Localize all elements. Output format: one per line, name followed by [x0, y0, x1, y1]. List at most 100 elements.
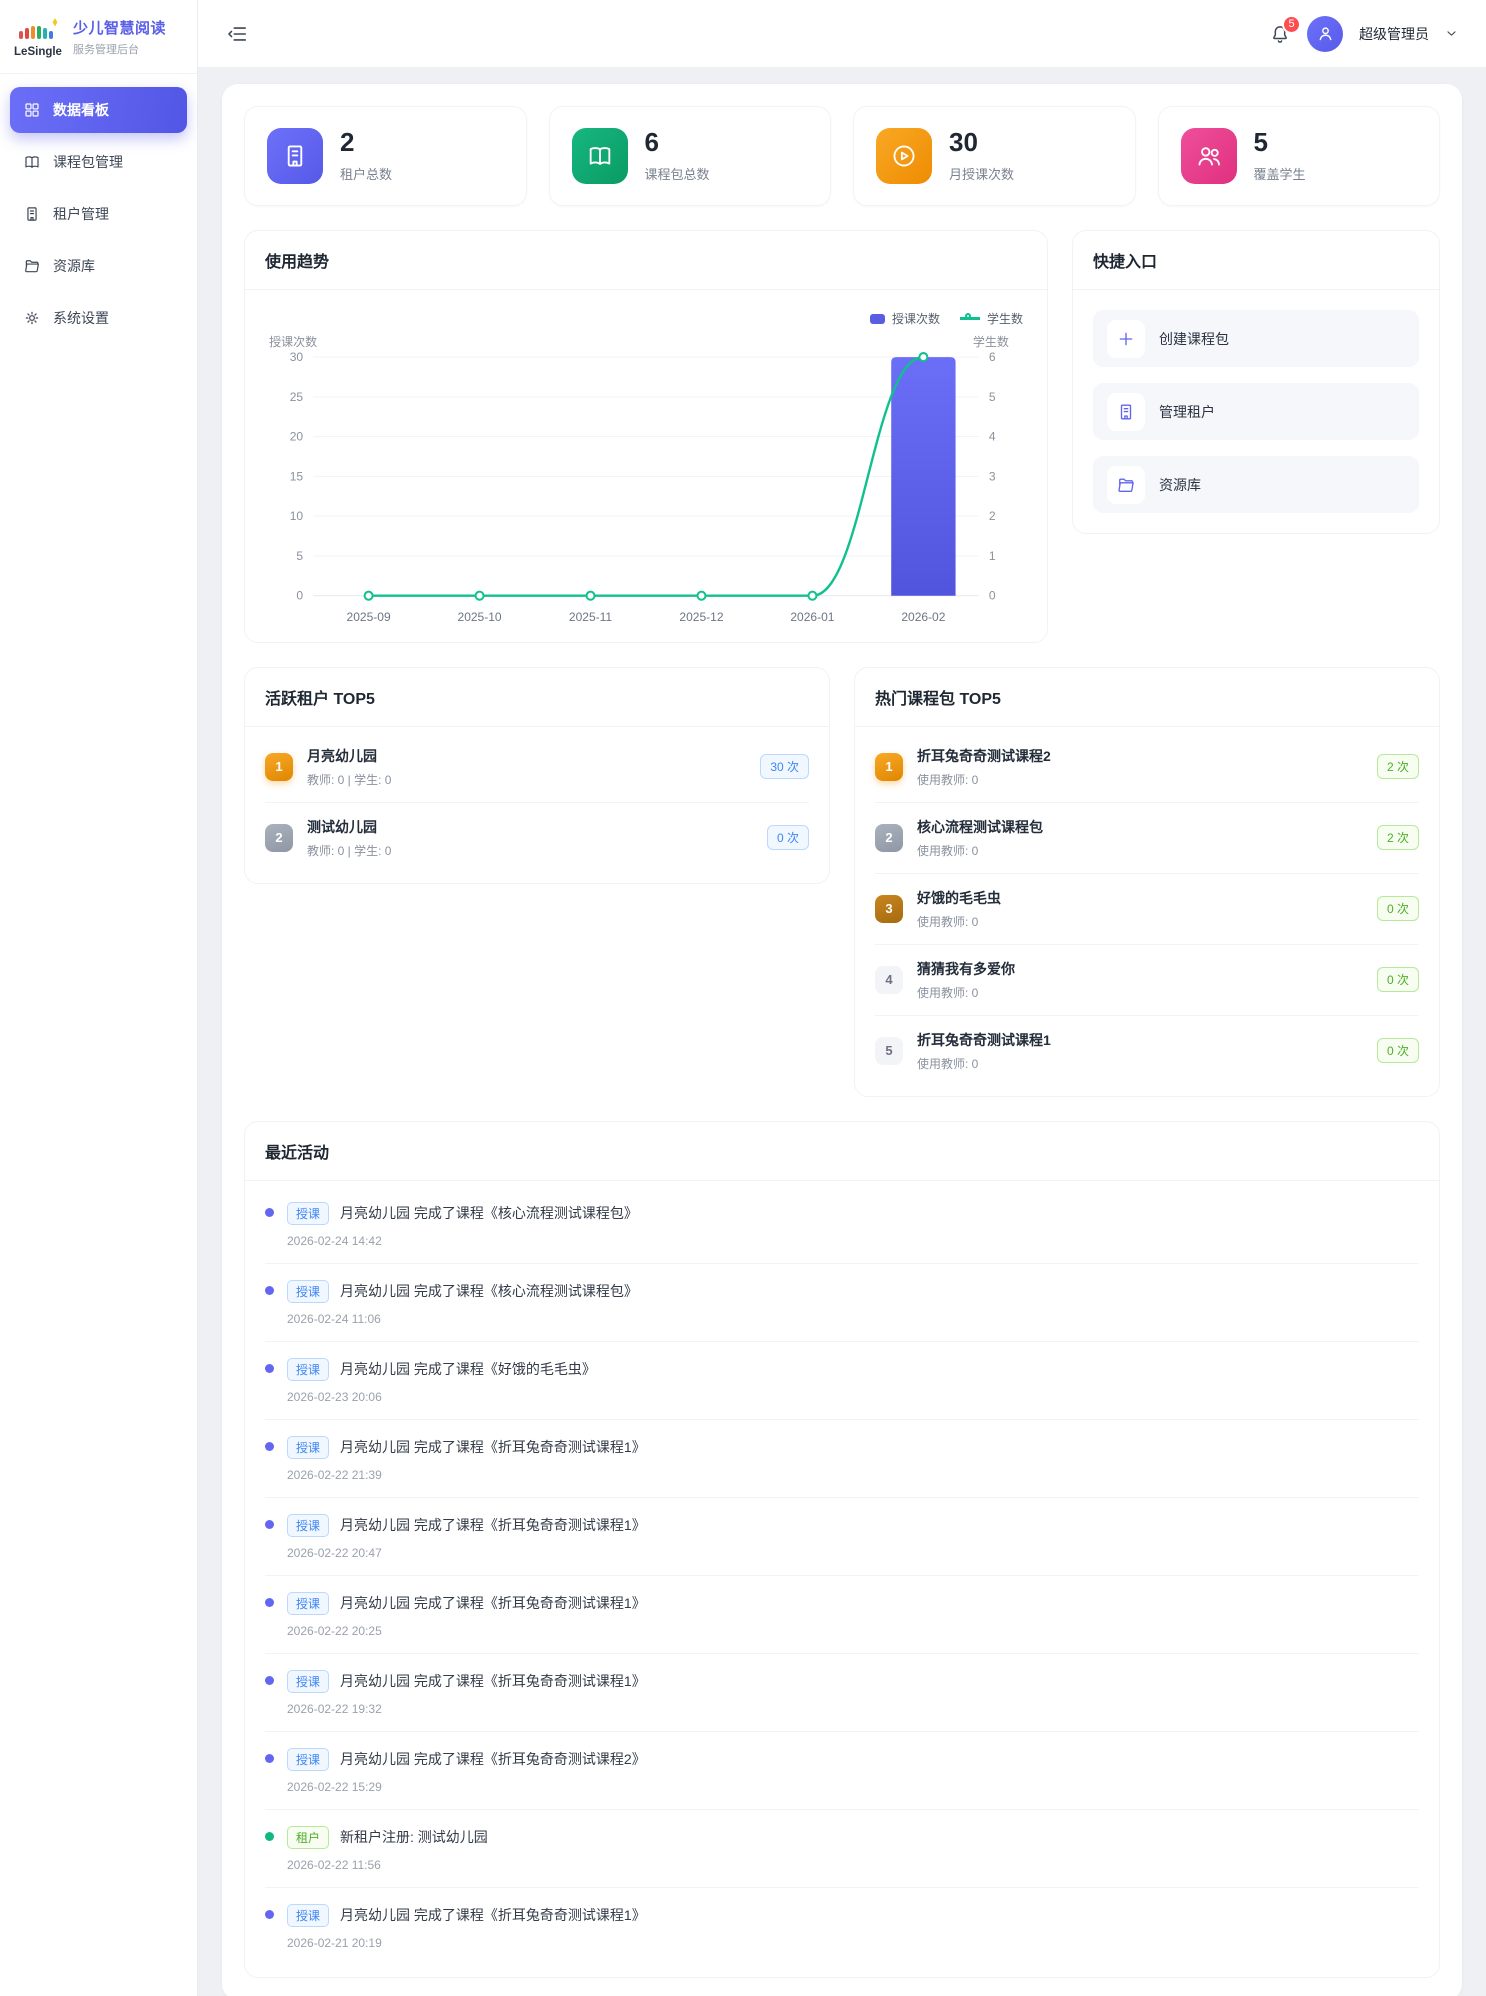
usage-count-chip: 0 次: [767, 825, 809, 850]
user-icon: [1316, 24, 1335, 43]
rank-badge: 2: [875, 824, 903, 852]
package-meta: 使用教师: 0: [917, 771, 1363, 788]
activity-text: 月亮幼儿园 完成了课程《好饿的毛毛虫》: [340, 1359, 596, 1379]
activity-tag: 授课: [287, 1436, 329, 1459]
sidebar-menu: 数据看板 课程包管理 租户管理 资源库 系统设置: [0, 74, 197, 360]
quick-entry-item[interactable]: 创建课程包: [1093, 310, 1419, 367]
sidebar-item[interactable]: 资源库: [10, 243, 187, 289]
svg-text:2025-11: 2025-11: [569, 610, 613, 624]
rank-badge: 4: [875, 966, 903, 994]
usage-count-chip: 2 次: [1377, 825, 1419, 850]
stat-card: 30 月授课次数: [853, 106, 1136, 206]
usage-count-chip: 0 次: [1377, 967, 1419, 992]
svg-text:0: 0: [989, 589, 996, 603]
stat-card: 6 课程包总数: [549, 106, 832, 206]
panel-title: 快捷入口: [1073, 231, 1439, 290]
tenant-rank-row[interactable]: 1 月亮幼儿园 教师: 0 | 学生: 0 30 次: [265, 732, 809, 802]
activity-text: 月亮幼儿园 完成了课程《折耳兔奇奇测试课程1》: [340, 1515, 646, 1535]
activity-text: 月亮幼儿园 完成了课程《折耳兔奇奇测试课程1》: [340, 1905, 646, 1925]
svg-text:1: 1: [989, 549, 996, 563]
usage-count-chip: 30 次: [760, 754, 809, 779]
package-rank-row[interactable]: 3 好饿的毛毛虫 使用教师: 0 0 次: [875, 873, 1419, 944]
panel-title: 最近活动: [245, 1122, 1439, 1181]
sidebar-item[interactable]: 课程包管理: [10, 139, 187, 185]
activity-timestamp: 2026-02-22 21:39: [287, 1468, 646, 1482]
activity-text: 月亮幼儿园 完成了课程《核心流程测试课程包》: [340, 1281, 638, 1301]
chevron-down-icon[interactable]: [1445, 27, 1458, 40]
legend-line-series[interactable]: 学生数: [960, 310, 1023, 327]
plus-icon: [1116, 329, 1136, 349]
brand-logo-icon: LeSingle: [12, 14, 64, 60]
stat-label: 课程包总数: [645, 164, 710, 183]
rank-badge: 5: [875, 1037, 903, 1065]
package-rank-row[interactable]: 4 猜猜我有多爱你 使用教师: 0 0 次: [875, 944, 1419, 1015]
activity-timestamp: 2026-02-22 20:25: [287, 1624, 646, 1638]
main-content: 2 租户总数 6 课程包总数: [198, 67, 1486, 1996]
activity-text: 新租户注册: 测试幼儿园: [340, 1827, 488, 1847]
chart-legend: 授课次数 学生数: [265, 298, 1027, 327]
svg-text:学生数: 学生数: [973, 334, 1009, 349]
activity-row[interactable]: 授课 月亮幼儿园 完成了课程《折耳兔奇奇测试课程2》 2026-02-22 15…: [265, 1731, 1419, 1809]
svg-text:5: 5: [989, 390, 996, 404]
book-icon: [586, 142, 614, 170]
activity-tag: 授课: [287, 1358, 329, 1381]
activity-row[interactable]: 授课 月亮幼儿园 完成了课程《折耳兔奇奇测试课程1》 2026-02-22 19…: [265, 1653, 1419, 1731]
activity-row[interactable]: 授课 月亮幼儿园 完成了课程《好饿的毛毛虫》 2026-02-23 20:06: [265, 1341, 1419, 1419]
package-name: 折耳兔奇奇测试课程2: [917, 746, 1363, 766]
package-meta: 使用教师: 0: [917, 984, 1363, 1001]
quick-entry-item[interactable]: 资源库: [1093, 456, 1419, 513]
activity-row[interactable]: 授课 月亮幼儿园 完成了课程《折耳兔奇奇测试课程1》 2026-02-22 20…: [265, 1575, 1419, 1653]
activity-tag: 授课: [287, 1280, 329, 1303]
users-icon: [1195, 142, 1223, 170]
sidebar-item[interactable]: 数据看板: [10, 87, 187, 133]
svg-text:20: 20: [290, 430, 304, 444]
panel-title: 使用趋势: [245, 231, 1047, 290]
activity-timestamp: 2026-02-24 14:42: [287, 1234, 638, 1248]
notification-bell-icon[interactable]: 5: [1269, 23, 1291, 45]
legend-bar-series[interactable]: 授课次数: [870, 310, 940, 327]
activity-text: 月亮幼儿园 完成了课程《折耳兔奇奇测试课程2》: [340, 1749, 646, 1769]
building-icon: [23, 205, 41, 223]
svg-text:2025-09: 2025-09: [347, 610, 391, 624]
stat-card: 2 租户总数: [244, 106, 527, 206]
user-name: 超级管理员: [1359, 24, 1429, 44]
package-rank-row[interactable]: 2 核心流程测试课程包 使用教师: 0 2 次: [875, 802, 1419, 873]
activity-row[interactable]: 授课 月亮幼儿园 完成了课程《折耳兔奇奇测试课程1》 2026-02-21 20…: [265, 1887, 1419, 1965]
svg-text:4: 4: [989, 430, 996, 444]
stat-value: 6: [645, 129, 710, 156]
quick-entry-label: 创建课程包: [1159, 329, 1229, 349]
activity-timestamp: 2026-02-22 15:29: [287, 1780, 646, 1794]
activity-row[interactable]: 授课 月亮幼儿园 完成了课程《核心流程测试课程包》 2026-02-24 11:…: [265, 1263, 1419, 1341]
gear-icon: [23, 309, 41, 327]
folder-icon: [23, 257, 41, 275]
package-rank-row[interactable]: 1 折耳兔奇奇测试课程2 使用教师: 0 2 次: [875, 732, 1419, 802]
sidebar-collapse-button[interactable]: [226, 23, 248, 45]
stat-value: 5: [1254, 129, 1306, 156]
package-meta: 使用教师: 0: [917, 1055, 1363, 1072]
activity-timestamp: 2026-02-24 11:06: [287, 1312, 638, 1326]
activity-tag: 授课: [287, 1670, 329, 1693]
stat-value: 30: [949, 129, 1014, 156]
user-avatar[interactable]: [1307, 16, 1343, 52]
logo: LeSingle 少儿智慧阅读 服务管理后台: [0, 0, 197, 74]
hot-packages-panel: 热门课程包 TOP5 1 折耳兔奇奇测试课程2 使用教师: 0 2 次: [854, 667, 1440, 1097]
quick-entry-item[interactable]: 管理租户: [1093, 383, 1419, 440]
svg-text:LeSingle: LeSingle: [14, 46, 62, 58]
svg-text:5: 5: [296, 549, 303, 563]
sidebar: LeSingle 少儿智慧阅读 服务管理后台 数据看板 课程包管理 租户管理: [0, 0, 198, 1996]
svg-text:3: 3: [989, 469, 996, 483]
package-rank-row[interactable]: 5 折耳兔奇奇测试课程1 使用教师: 0 0 次: [875, 1015, 1419, 1086]
rank-badge: 3: [875, 895, 903, 923]
activity-row[interactable]: 授课 月亮幼儿园 完成了课程《折耳兔奇奇测试课程1》 2026-02-22 20…: [265, 1497, 1419, 1575]
svg-text:10: 10: [290, 509, 304, 523]
activity-row[interactable]: 租户 新租户注册: 测试幼儿园 2026-02-22 11:56: [265, 1809, 1419, 1887]
activity-row[interactable]: 授课 月亮幼儿园 完成了课程《核心流程测试课程包》 2026-02-24 14:…: [265, 1186, 1419, 1263]
sidebar-item[interactable]: 系统设置: [10, 295, 187, 341]
rank-badge: 1: [265, 753, 293, 781]
building-icon: [281, 142, 309, 170]
quick-entry-panel: 快捷入口 创建课程包: [1072, 230, 1440, 534]
activity-row[interactable]: 授课 月亮幼儿园 完成了课程《折耳兔奇奇测试课程1》 2026-02-22 21…: [265, 1419, 1419, 1497]
sidebar-item[interactable]: 租户管理: [10, 191, 187, 237]
package-name: 折耳兔奇奇测试课程1: [917, 1030, 1363, 1050]
tenant-rank-row[interactable]: 2 测试幼儿园 教师: 0 | 学生: 0 0 次: [265, 802, 809, 873]
